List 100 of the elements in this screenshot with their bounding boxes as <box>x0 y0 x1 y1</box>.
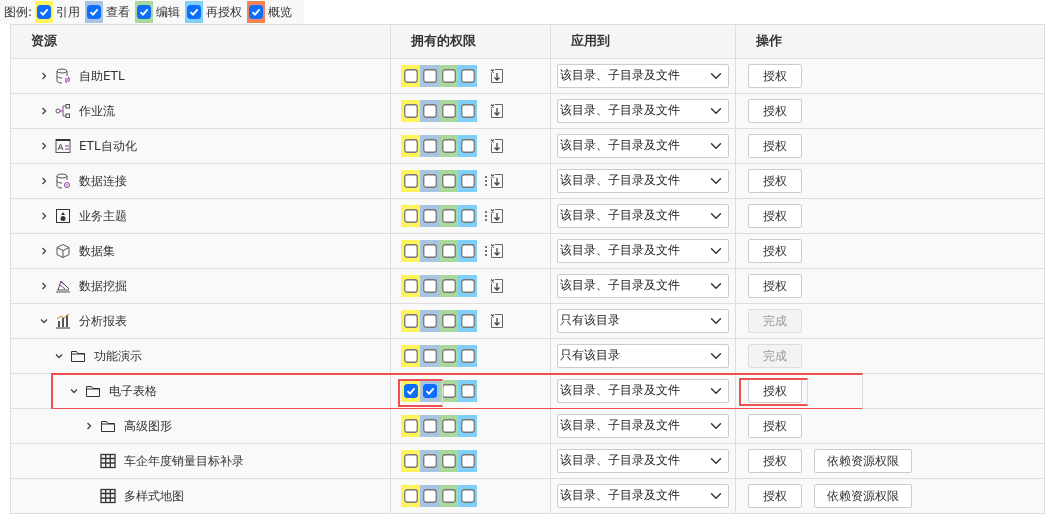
checkbox[interactable] <box>441 349 456 363</box>
checkbox[interactable] <box>249 5 264 19</box>
checkbox[interactable] <box>403 104 418 118</box>
action-button[interactable]: 授权 <box>748 449 802 473</box>
action-button[interactable]: 授权 <box>748 414 802 438</box>
action-button[interactable]: 授权 <box>748 379 802 403</box>
import-icon[interactable] <box>490 138 504 154</box>
checkbox[interactable] <box>422 454 437 468</box>
apply-to-select[interactable]: 该目录、子目录及文件 <box>557 99 729 123</box>
chevron-icon[interactable] <box>39 281 49 291</box>
action-button[interactable]: 授权 <box>748 134 802 158</box>
checkbox[interactable] <box>137 5 152 19</box>
checkbox[interactable] <box>441 104 456 118</box>
action-button[interactable]: 授权 <box>748 64 802 88</box>
import-icon[interactable] <box>490 68 504 84</box>
apply-to-select[interactable]: 该目录、子目录及文件 <box>557 169 729 193</box>
checkbox[interactable] <box>403 349 418 363</box>
checkbox[interactable] <box>460 384 475 398</box>
checkbox[interactable] <box>441 174 456 188</box>
checkbox[interactable] <box>403 174 418 188</box>
checkbox[interactable] <box>422 69 437 83</box>
checkbox[interactable] <box>187 5 202 19</box>
apply-to-select[interactable]: 该目录、子目录及文件 <box>557 414 729 438</box>
checkbox[interactable] <box>460 419 475 433</box>
checkbox[interactable] <box>403 209 418 223</box>
checkbox[interactable] <box>403 384 418 398</box>
chevron-icon[interactable] <box>39 211 49 221</box>
more-icon[interactable] <box>484 244 488 258</box>
checkbox[interactable] <box>422 174 437 188</box>
checkbox[interactable] <box>460 314 475 328</box>
checkbox[interactable] <box>460 139 475 153</box>
apply-to-select[interactable]: 该目录、子目录及文件 <box>557 274 729 298</box>
chevron-icon[interactable] <box>54 351 64 361</box>
checkbox[interactable] <box>460 454 475 468</box>
chevron-icon[interactable] <box>39 316 49 326</box>
checkbox[interactable] <box>403 279 418 293</box>
checkbox[interactable] <box>403 69 418 83</box>
chevron-icon[interactable] <box>69 386 79 396</box>
import-icon[interactable] <box>490 173 504 189</box>
import-icon[interactable] <box>490 103 504 119</box>
more-icon[interactable] <box>484 174 488 188</box>
checkbox[interactable] <box>403 244 418 258</box>
action-button[interactable]: 授权 <box>748 274 802 298</box>
apply-to-select[interactable]: 该目录、子目录及文件 <box>557 379 729 403</box>
action-button[interactable]: 授权 <box>748 99 802 123</box>
checkbox[interactable] <box>460 174 475 188</box>
checkbox[interactable] <box>460 489 475 503</box>
checkbox[interactable] <box>441 489 456 503</box>
checkbox[interactable] <box>422 349 437 363</box>
checkbox[interactable] <box>441 314 456 328</box>
checkbox[interactable] <box>422 489 437 503</box>
apply-to-select[interactable]: 该目录、子目录及文件 <box>557 134 729 158</box>
checkbox[interactable] <box>422 104 437 118</box>
chevron-icon[interactable] <box>39 71 49 81</box>
checkbox[interactable] <box>422 314 437 328</box>
checkbox[interactable] <box>403 419 418 433</box>
checkbox[interactable] <box>460 244 475 258</box>
import-icon[interactable] <box>490 243 504 259</box>
checkbox[interactable] <box>422 279 437 293</box>
checkbox[interactable] <box>422 139 437 153</box>
checkbox[interactable] <box>403 454 418 468</box>
checkbox[interactable] <box>460 279 475 293</box>
checkbox[interactable] <box>460 209 475 223</box>
more-icon[interactable] <box>484 209 488 223</box>
checkbox[interactable] <box>441 244 456 258</box>
apply-to-select[interactable]: 该目录、子目录及文件 <box>557 64 729 88</box>
action-button[interactable]: 授权 <box>748 239 802 263</box>
action-button[interactable]: 授权 <box>748 484 802 508</box>
chevron-icon[interactable] <box>39 141 49 151</box>
checkbox[interactable] <box>460 349 475 363</box>
chevron-icon[interactable] <box>39 246 49 256</box>
checkbox[interactable] <box>403 139 418 153</box>
checkbox[interactable] <box>441 419 456 433</box>
apply-to-select[interactable]: 该目录、子目录及文件 <box>557 239 729 263</box>
apply-to-select[interactable]: 该目录、子目录及文件 <box>557 204 729 228</box>
checkbox[interactable] <box>403 489 418 503</box>
apply-to-select[interactable]: 该目录、子目录及文件 <box>557 449 729 473</box>
checkbox[interactable] <box>441 139 456 153</box>
checkbox[interactable] <box>403 314 418 328</box>
checkbox[interactable] <box>441 279 456 293</box>
action-button[interactable]: 授权 <box>748 204 802 228</box>
import-icon[interactable] <box>490 313 504 329</box>
apply-to-select[interactable]: 只有该目录 <box>557 309 729 333</box>
checkbox[interactable] <box>460 69 475 83</box>
action-button[interactable]: 依赖资源权限 <box>814 449 912 473</box>
checkbox[interactable] <box>87 5 102 19</box>
checkbox[interactable] <box>441 454 456 468</box>
action-button[interactable]: 依赖资源权限 <box>814 484 912 508</box>
import-icon[interactable] <box>490 278 504 294</box>
checkbox[interactable] <box>37 5 52 19</box>
apply-to-select[interactable]: 只有该目录 <box>557 344 729 368</box>
checkbox[interactable] <box>441 69 456 83</box>
chevron-icon[interactable] <box>39 176 49 186</box>
checkbox[interactable] <box>422 384 437 398</box>
chevron-icon[interactable] <box>39 106 49 116</box>
checkbox[interactable] <box>422 244 437 258</box>
checkbox[interactable] <box>441 209 456 223</box>
chevron-icon[interactable] <box>84 421 94 431</box>
apply-to-select[interactable]: 该目录、子目录及文件 <box>557 484 729 508</box>
checkbox[interactable] <box>460 104 475 118</box>
